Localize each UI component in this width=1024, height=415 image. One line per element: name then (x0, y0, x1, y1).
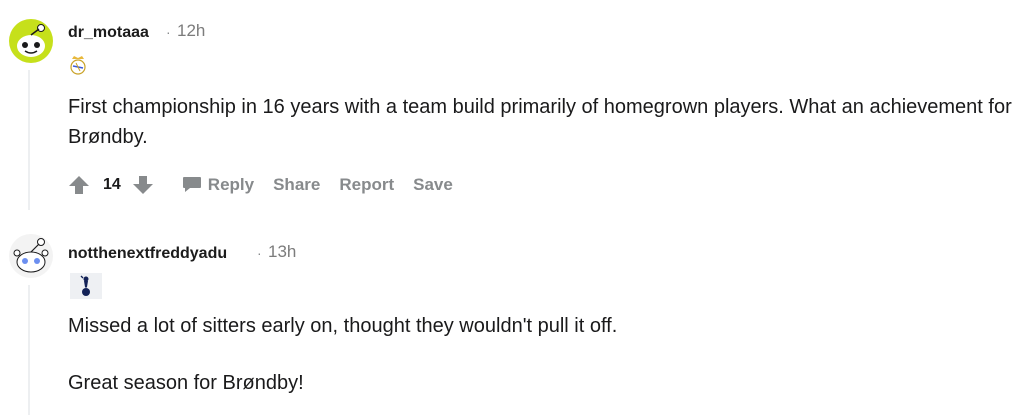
comment: dr_motaaa · 12h First championship in 16… (0, 0, 1024, 215)
arrow-up-icon (69, 176, 89, 194)
meta-separator: · (257, 245, 262, 261)
downvote-button[interactable] (132, 174, 154, 196)
user-flair (68, 54, 88, 76)
comment: notthenextfreddyadu · 13h Missed a lot o… (0, 215, 1024, 415)
user-avatar[interactable] (8, 233, 54, 279)
comment-timestamp[interactable]: 12h (177, 21, 205, 41)
tottenham-cockerel-icon (80, 275, 90, 296)
arrow-down-icon (132, 176, 153, 194)
thread-collapse-line[interactable] (28, 285, 30, 415)
share-button[interactable]: Share (273, 175, 320, 195)
comment-author[interactable]: dr_motaaa (68, 24, 149, 42)
reply-button[interactable]: Reply (182, 175, 254, 195)
comment-body-paragraph: Missed a lot of sitters early on, though… (68, 315, 618, 337)
comment-action-bar: 14 Reply Share Report Save (68, 173, 472, 197)
reply-label: Reply (207, 175, 255, 194)
meta-separator: · (166, 24, 171, 40)
comment-body-paragraph: Great season for Brøndby! (68, 372, 304, 394)
snoo-avatar-icon (9, 19, 53, 63)
report-button[interactable]: Report (339, 175, 394, 195)
comment-timestamp[interactable]: 13h (268, 242, 296, 262)
user-avatar[interactable] (8, 18, 54, 64)
thread-collapse-line[interactable] (28, 70, 30, 210)
vote-count: 14 (103, 176, 121, 193)
user-flair (70, 273, 102, 299)
comment-author[interactable]: notthenextfreddyadu (68, 245, 227, 263)
save-button[interactable]: Save (413, 175, 453, 195)
speech-bubble-icon (182, 177, 201, 192)
snoo-avatar-icon (9, 234, 53, 278)
upvote-button[interactable] (68, 174, 90, 196)
real-madrid-crest-icon (70, 56, 86, 75)
comment-body-paragraph: First championship in 16 years with a te… (68, 96, 1012, 148)
